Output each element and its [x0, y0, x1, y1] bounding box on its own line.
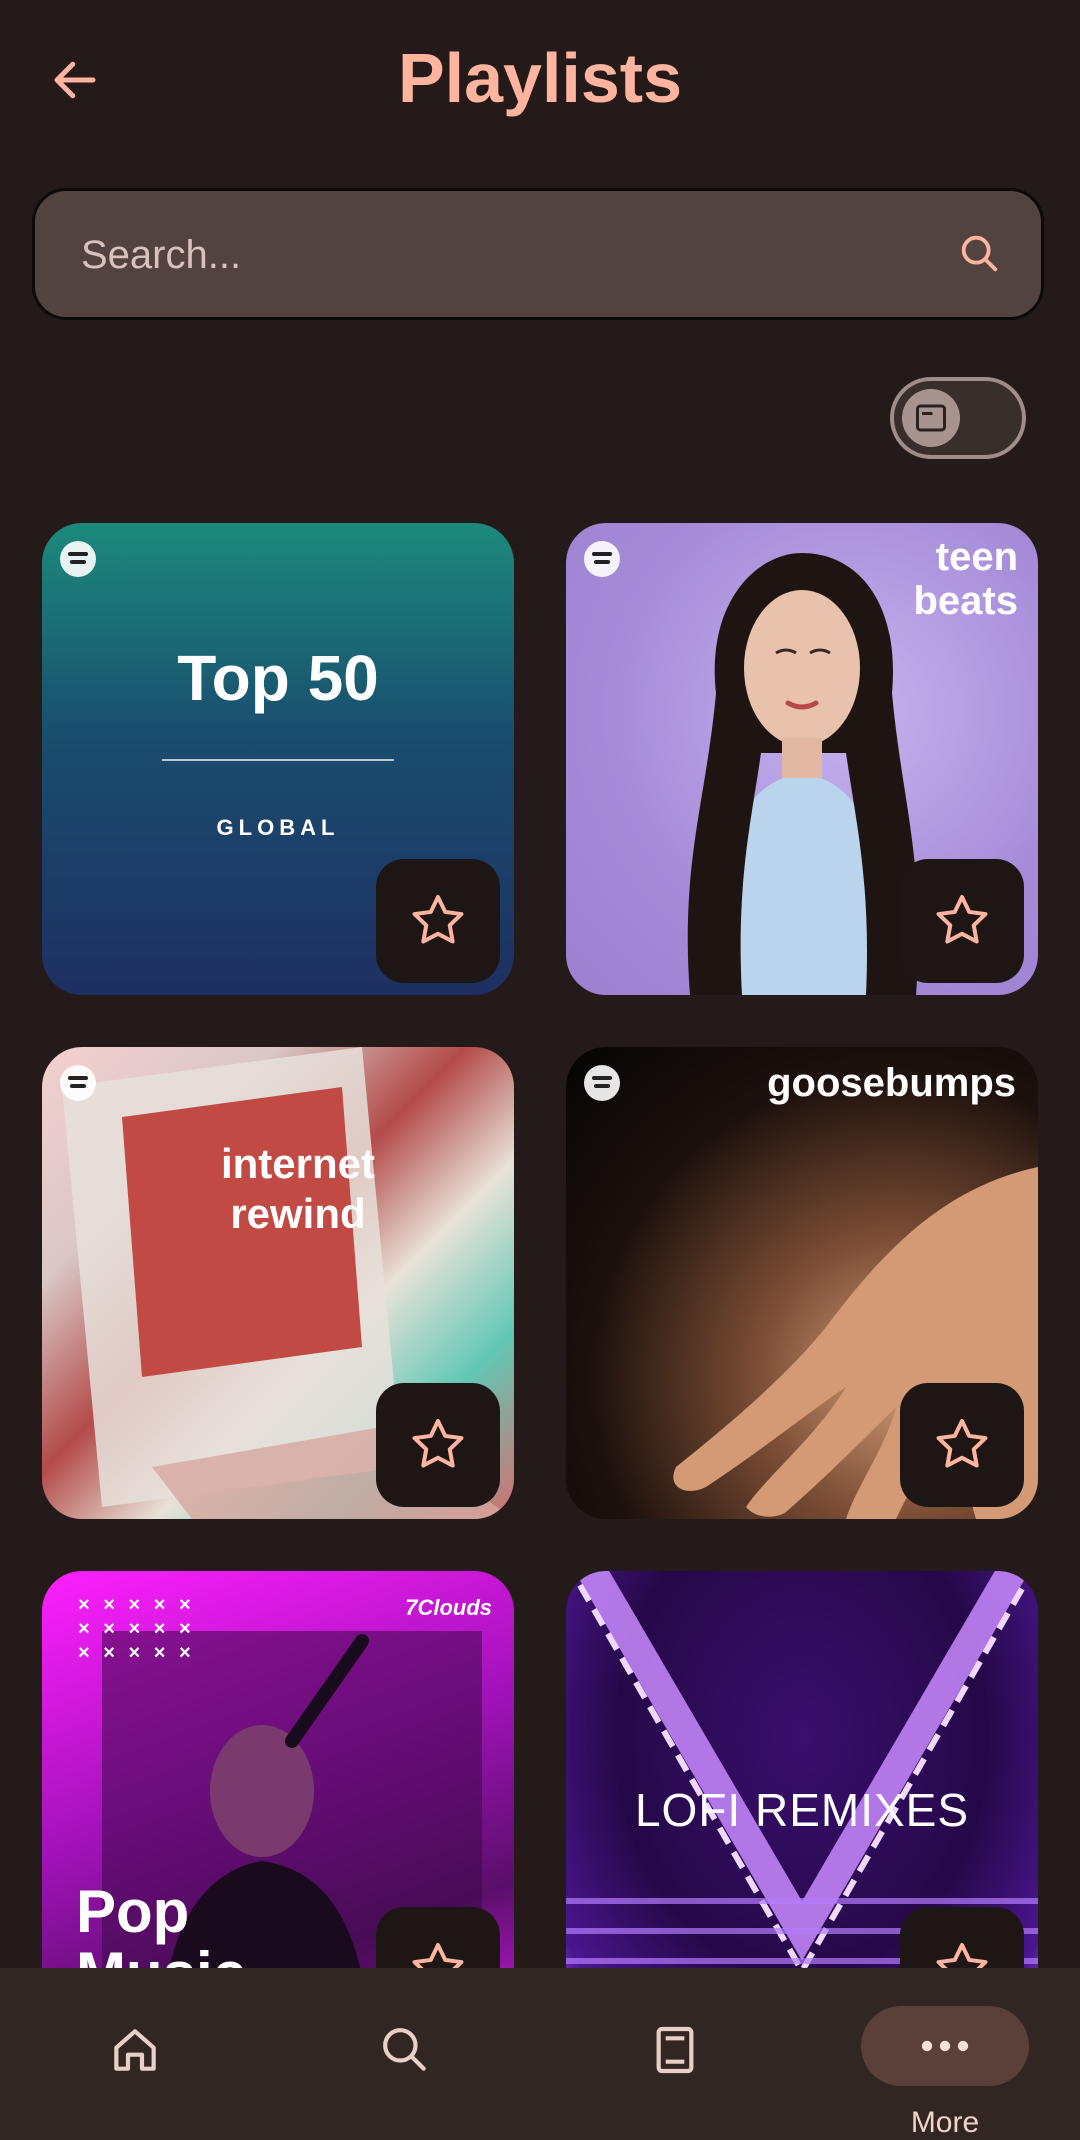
playlist-cover-title: LOFI REMIXES: [634, 1784, 970, 1836]
playlist-cover-subtitle: GLOBAL: [216, 815, 340, 840]
star-icon: [936, 895, 988, 944]
more-icon: [921, 2040, 969, 2052]
library-icon: [645, 2020, 705, 2080]
playlist-cover-title: teen beats: [914, 535, 1019, 623]
playlist-cover-title: goosebumps: [767, 1061, 1016, 1105]
title-line-1: internet: [220, 1140, 375, 1187]
nav-item-more[interactable]: More: [810, 1968, 1080, 2140]
star-icon: [936, 1419, 988, 1468]
star-icon: [412, 1419, 464, 1468]
brand-logo: 7Clouds: [405, 1595, 492, 1620]
playlist-grid: Top 50 GLOBAL teen beats internet rewind…: [42, 523, 1038, 1968]
decorative-pattern: × × × × × × × × × × × × × × ×: [78, 1594, 195, 1664]
card-view-icon: [916, 404, 946, 432]
bottom-navigation: More: [0, 1968, 1080, 2140]
star-icon: [936, 1943, 988, 1968]
home-icon: [105, 2020, 165, 2080]
divider: [162, 759, 394, 761]
app-header: Playlists: [0, 0, 1080, 160]
spotify-logo-icon: [584, 1065, 620, 1101]
page-title: Playlists: [397, 39, 683, 117]
search-input[interactable]: [79, 191, 943, 319]
playlist-card-teen-beats[interactable]: teen beats: [566, 523, 1038, 995]
spotify-logo-icon: [60, 1065, 96, 1101]
search-icon[interactable]: [957, 231, 1003, 277]
title-line-2: Music: [76, 1940, 246, 1969]
favorite-button[interactable]: [376, 859, 500, 983]
toggle-thumb: [902, 389, 960, 447]
playlist-card-pop-music[interactable]: × × × × × × × × × × × × × × × 7Clouds Pop …: [42, 1571, 514, 1968]
favorite-button[interactable]: [376, 1907, 500, 1968]
nav-item-library[interactable]: [540, 1968, 810, 2140]
favorite-button[interactable]: [900, 859, 1024, 983]
spotify-logo-icon: [60, 541, 96, 577]
playlist-card-top-50[interactable]: Top 50 GLOBAL: [42, 523, 514, 995]
star-icon: [412, 895, 464, 944]
title-line-1: teen: [935, 535, 1018, 579]
title-line-2: beats: [913, 579, 1019, 623]
nav-item-search[interactable]: [270, 1968, 540, 2140]
playlist-card-internet-rewind[interactable]: internet rewind: [42, 1047, 514, 1519]
favorite-button[interactable]: [376, 1383, 500, 1507]
favorite-button[interactable]: [900, 1907, 1024, 1968]
playlist-cover-title: Top 50: [177, 642, 379, 714]
search-bar: [32, 188, 1044, 320]
spotify-logo-icon: [584, 541, 620, 577]
nav-item-home[interactable]: [0, 1968, 270, 2140]
active-indicator: [861, 2006, 1029, 2086]
nav-label-more: More: [910, 2106, 980, 2139]
search-icon: [375, 2020, 435, 2080]
playlist-card-lofi-remixes[interactable]: LOFI REMIXES: [566, 1571, 1038, 1968]
title-line-1: Pop: [76, 1878, 190, 1945]
playlist-card-goosebumps[interactable]: goosebumps: [566, 1047, 1038, 1519]
star-icon: [412, 1943, 464, 1968]
title-line-2: rewind: [230, 1190, 366, 1237]
playlist-cover-title: Pop Music: [76, 1878, 246, 1969]
playlist-cover-title: internet rewind: [42, 1139, 514, 1239]
view-mode-toggle[interactable]: [890, 377, 1026, 459]
favorite-button[interactable]: [900, 1383, 1024, 1507]
